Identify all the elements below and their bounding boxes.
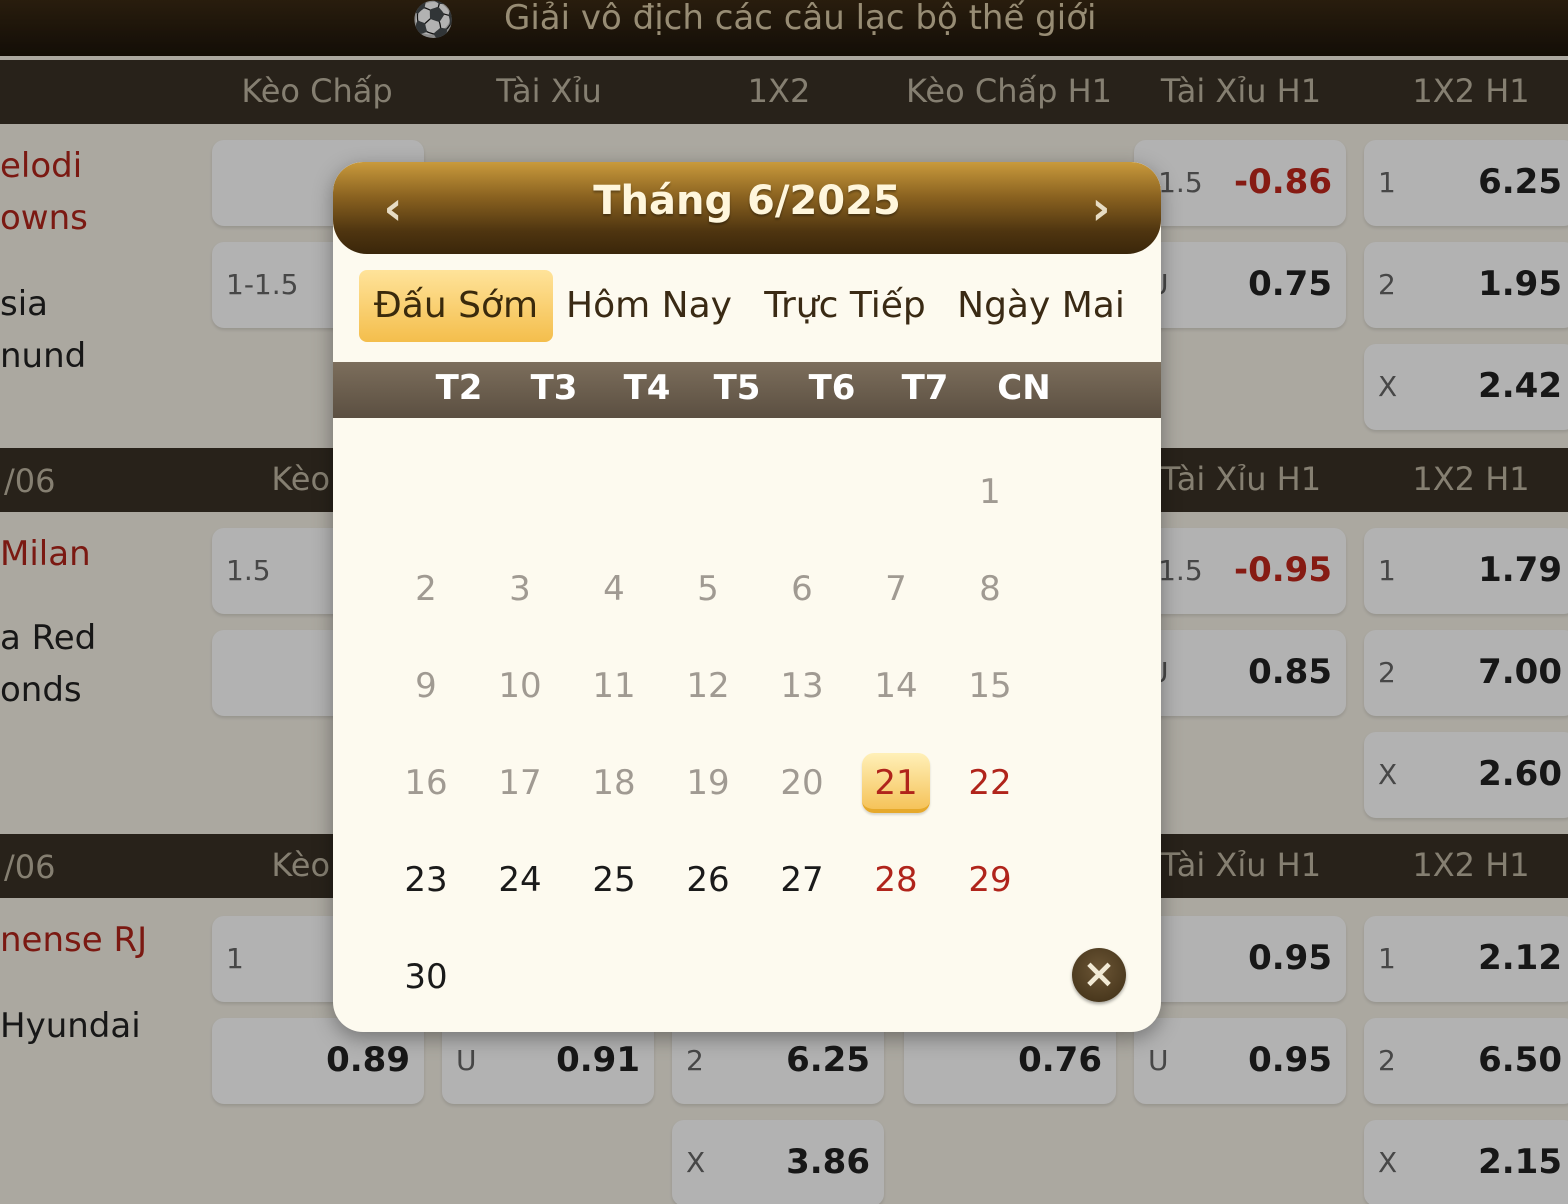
calendar-day[interactable]: 26 <box>674 850 742 910</box>
calendar-day[interactable]: 19 <box>674 753 742 813</box>
calendar-day[interactable]: 2 <box>392 559 460 619</box>
tab-early-matches[interactable]: Đấu Sớm <box>359 270 553 342</box>
weekday-label: T3 <box>530 368 578 408</box>
close-icon: × <box>1082 951 1116 997</box>
calendar-day[interactable]: 21 <box>862 753 930 813</box>
calendar-tabs: Đấu Sớm Hôm Nay Trực Tiếp Ngày Mai <box>333 266 1161 346</box>
calendar-day[interactable]: 24 <box>486 850 554 910</box>
close-button[interactable]: × <box>1072 948 1126 1002</box>
calendar-day[interactable]: 5 <box>674 559 742 619</box>
calendar-day[interactable]: 14 <box>862 656 930 716</box>
calendar-day[interactable]: 29 <box>956 850 1024 910</box>
calendar-day[interactable]: 30 <box>392 947 460 1007</box>
weekday-label: CN <box>997 368 1051 408</box>
calendar-day[interactable]: 25 <box>580 850 648 910</box>
weekday-header: T2 T3 T4 T5 T6 T7 CN <box>333 362 1161 418</box>
calendar-modal: ‹ Tháng 6/2025 › Đấu Sớm Hôm Nay Trực Ti… <box>333 162 1161 1032</box>
weekday-label: T7 <box>901 368 949 408</box>
calendar-day[interactable]: 6 <box>768 559 836 619</box>
calendar-day[interactable]: 9 <box>392 656 460 716</box>
calendar-day[interactable]: 17 <box>486 753 554 813</box>
weekday-label: T4 <box>623 368 671 408</box>
calendar-day[interactable]: 3 <box>486 559 554 619</box>
calendar-day[interactable]: 1 <box>956 462 1024 522</box>
calendar-header: ‹ Tháng 6/2025 › <box>333 162 1161 254</box>
tab-live[interactable]: Trực Tiếp <box>751 270 939 342</box>
calendar-day[interactable]: 8 <box>956 559 1024 619</box>
calendar-day[interactable]: 4 <box>580 559 648 619</box>
weekday-label: T6 <box>808 368 856 408</box>
tab-today[interactable]: Hôm Nay <box>561 270 737 342</box>
calendar-day[interactable]: 16 <box>392 753 460 813</box>
chevron-right-icon: › <box>1091 181 1111 235</box>
calendar-day[interactable]: 27 <box>768 850 836 910</box>
calendar-day[interactable]: 11 <box>580 656 648 716</box>
calendar-day[interactable]: 22 <box>956 753 1024 813</box>
tab-tomorrow[interactable]: Ngày Mai <box>949 270 1133 342</box>
calendar-day[interactable]: 13 <box>768 656 836 716</box>
month-title: Tháng 6/2025 <box>593 178 901 224</box>
calendar-day[interactable]: 10 <box>486 656 554 716</box>
next-month-button[interactable]: › <box>1071 182 1131 238</box>
calendar-day[interactable]: 15 <box>956 656 1024 716</box>
weekday-label: T5 <box>713 368 761 408</box>
weekday-label: T2 <box>435 368 483 408</box>
calendar-day[interactable]: 23 <box>392 850 460 910</box>
calendar-day[interactable]: 18 <box>580 753 648 813</box>
calendar-day[interactable]: 12 <box>674 656 742 716</box>
calendar-day[interactable]: 7 <box>862 559 930 619</box>
calendar-day[interactable]: 20 <box>768 753 836 813</box>
calendar-day[interactable]: 28 <box>862 850 930 910</box>
